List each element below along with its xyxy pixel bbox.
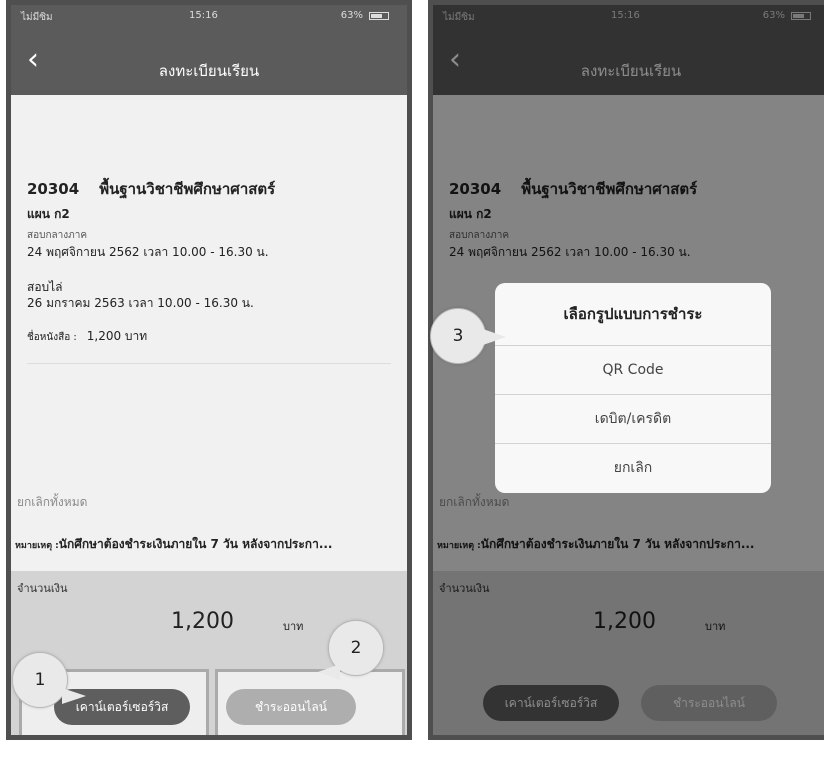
page-title: ลงทะเบียนเรียน (158, 62, 260, 80)
divider (27, 363, 391, 364)
book-price: 1,200 บาท (86, 329, 148, 343)
course-code: 20304 (27, 180, 80, 198)
amount-label: จำนวนเงิน (17, 582, 68, 595)
callout-1: 1 (12, 652, 68, 708)
battery-icon (369, 12, 389, 20)
callout-3: 3 (430, 308, 486, 364)
note-label: หมายเหตุ : (15, 541, 59, 551)
payment-note: หมายเหตุ :นักศึกษาต้องชำระเงินภายใน 7 วั… (15, 535, 333, 554)
callout-2-tail (318, 664, 340, 680)
course-heading: 20304 พื้นฐานวิชาชีพศึกษาศาสตร์ (27, 177, 275, 201)
note-text: นักศึกษาต้องชำระเงินภายใน 7 วัน หลังจากป… (58, 537, 333, 551)
midterm-date: 24 พฤศจิกายน 2562 เวลา 10.00 - 16.30 น. (27, 245, 269, 259)
cancel-all-link[interactable]: ยกเลิกทั้งหมด (17, 493, 87, 512)
amount-value: 1,200 (171, 609, 234, 634)
carrier-text: ไม่มีซิม (21, 12, 53, 23)
qr-code-option[interactable]: QR Code (495, 346, 771, 395)
amount-unit: บาท (283, 620, 304, 633)
cancel-option[interactable]: ยกเลิก (495, 444, 771, 492)
book-price-row: ชื่อหนังสือ : 1,200 บาท (27, 327, 147, 346)
course-plan: แผน ก2 (27, 207, 70, 221)
book-label: ชื่อหนังสือ : (27, 332, 77, 343)
clock-text: 15:16 (189, 10, 218, 21)
status-bar: ไม่มีซิม 15:16 63% (11, 5, 407, 27)
nav-bar: ‹ ลงทะเบียนเรียน (11, 27, 407, 95)
midterm-label: สอบกลางภาค (27, 230, 88, 241)
battery-percent: 63% (340, 10, 363, 21)
debit-credit-option[interactable]: เดบิต/เครดิต (495, 395, 771, 444)
phone-screen-payment-dialog: ไม่มีซิม 15:16 63% ‹ ลงทะเบียนเรียน 2030… (428, 0, 824, 740)
payment-method-dialog: เลือกรูปแบบการชำระ QR Code เดบิต/เครดิต … (495, 283, 771, 493)
pay-online-box: ชำระออนไลน์ (215, 669, 405, 735)
pay-online-button[interactable]: ชำระออนไลน์ (226, 689, 356, 725)
callout-3-tail (480, 328, 506, 346)
dialog-title: เลือกรูปแบบการชำระ (495, 283, 771, 346)
callout-1-tail (62, 688, 86, 704)
course-name: พื้นฐานวิชาชีพศึกษาศาสตร์ (99, 180, 276, 198)
final-exam-date: 26 มกราคม 2563 เวลา 10.00 - 16.30 น. (27, 296, 254, 310)
